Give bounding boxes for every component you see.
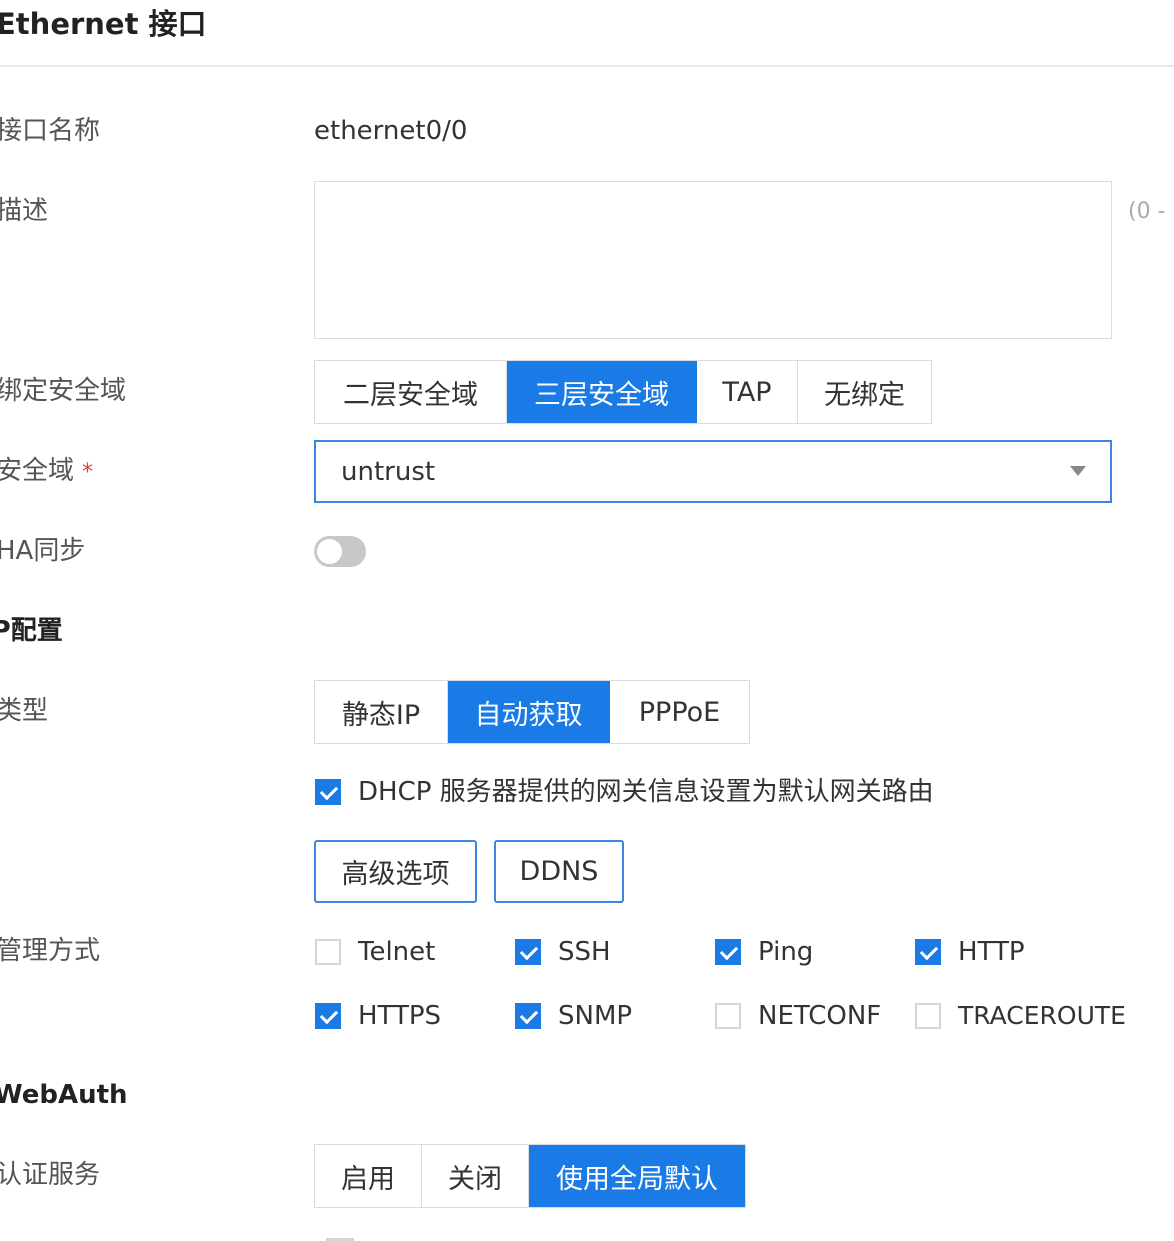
http-checkbox[interactable] xyxy=(915,939,941,965)
traceroute-checkbox[interactable] xyxy=(915,1003,941,1029)
snmp-label: SNMP xyxy=(558,1001,633,1031)
description-length-hint: (0 - xyxy=(1128,199,1166,224)
title-divider xyxy=(0,65,1174,67)
ssh-checkbox[interactable] xyxy=(515,939,541,965)
zone-select-value: untrust xyxy=(341,456,436,487)
https-label: HTTPS xyxy=(358,1001,442,1031)
ha-sync-label: HA同步 xyxy=(0,536,86,566)
bind-zone-option-none[interactable]: 无绑定 xyxy=(798,361,931,423)
bind-zone-option-layer3[interactable]: 三层安全域 xyxy=(507,361,697,423)
ip-type-segmented: 静态IP 自动获取 PPPoE xyxy=(314,680,750,744)
zone-label: 安全域 * xyxy=(0,451,93,493)
ip-config-section-title: IP配置 xyxy=(0,616,63,646)
interface-name-label: 接口名称 xyxy=(0,116,101,146)
advanced-options-button[interactable]: 高级选项 xyxy=(314,840,477,903)
netconf-checkbox[interactable] xyxy=(715,1003,741,1029)
traceroute-label: TRACEROUTE xyxy=(958,1001,1126,1030)
ip-type-label: 类型 xyxy=(0,696,49,726)
zone-select[interactable]: untrust xyxy=(314,440,1112,503)
required-mark: * xyxy=(82,460,94,485)
ip-type-option-dhcp[interactable]: 自动获取 xyxy=(448,681,610,743)
http-label: HTTP xyxy=(958,937,1025,967)
ip-type-option-static[interactable]: 静态IP xyxy=(315,681,448,743)
dhcp-gateway-label: DHCP 服务器提供的网关信息设置为默认网关路由 xyxy=(358,777,934,807)
interface-name-value: ethernet0/0 xyxy=(314,116,468,146)
https-checkbox[interactable] xyxy=(315,1003,341,1029)
snmp-checkbox[interactable] xyxy=(515,1003,541,1029)
auth-option-global-default[interactable]: 使用全局默认 xyxy=(529,1145,745,1207)
ip-type-option-pppoe[interactable]: PPPoE xyxy=(610,681,749,743)
webauth-section-title: WebAuth xyxy=(0,1080,128,1110)
bind-zone-segmented: 二层安全域 三层安全域 TAP 无绑定 xyxy=(314,360,932,424)
bind-zone-option-tap[interactable]: TAP xyxy=(697,361,798,423)
auth-service-label: 认证服务 xyxy=(0,1160,101,1190)
auth-option-disable[interactable]: 关闭 xyxy=(422,1145,529,1207)
description-textarea[interactable] xyxy=(314,181,1112,339)
dhcp-gateway-checkbox[interactable] xyxy=(315,779,341,805)
telnet-label: Telnet xyxy=(358,937,436,967)
toggle-knob xyxy=(317,539,342,564)
caret-down-icon xyxy=(1070,466,1086,476)
bind-zone-label: 绑定安全域 xyxy=(0,376,127,406)
ping-checkbox[interactable] xyxy=(715,939,741,965)
ha-sync-toggle[interactable] xyxy=(314,536,366,567)
page-title: Ethernet 接口 xyxy=(0,7,207,41)
management-label: 管理方式 xyxy=(0,936,101,966)
description-label: 描述 xyxy=(0,196,49,226)
auth-option-enable[interactable]: 启用 xyxy=(315,1145,422,1207)
ping-label: Ping xyxy=(758,937,814,967)
auth-service-segmented: 启用 关闭 使用全局默认 xyxy=(314,1144,746,1208)
ssh-label: SSH xyxy=(558,937,611,967)
bind-zone-option-layer2[interactable]: 二层安全域 xyxy=(315,361,507,423)
zone-label-text: 安全域 xyxy=(0,456,75,486)
ddns-button[interactable]: DDNS xyxy=(494,840,624,903)
netconf-label: NETCONF xyxy=(758,1001,882,1031)
telnet-checkbox[interactable] xyxy=(315,939,341,965)
